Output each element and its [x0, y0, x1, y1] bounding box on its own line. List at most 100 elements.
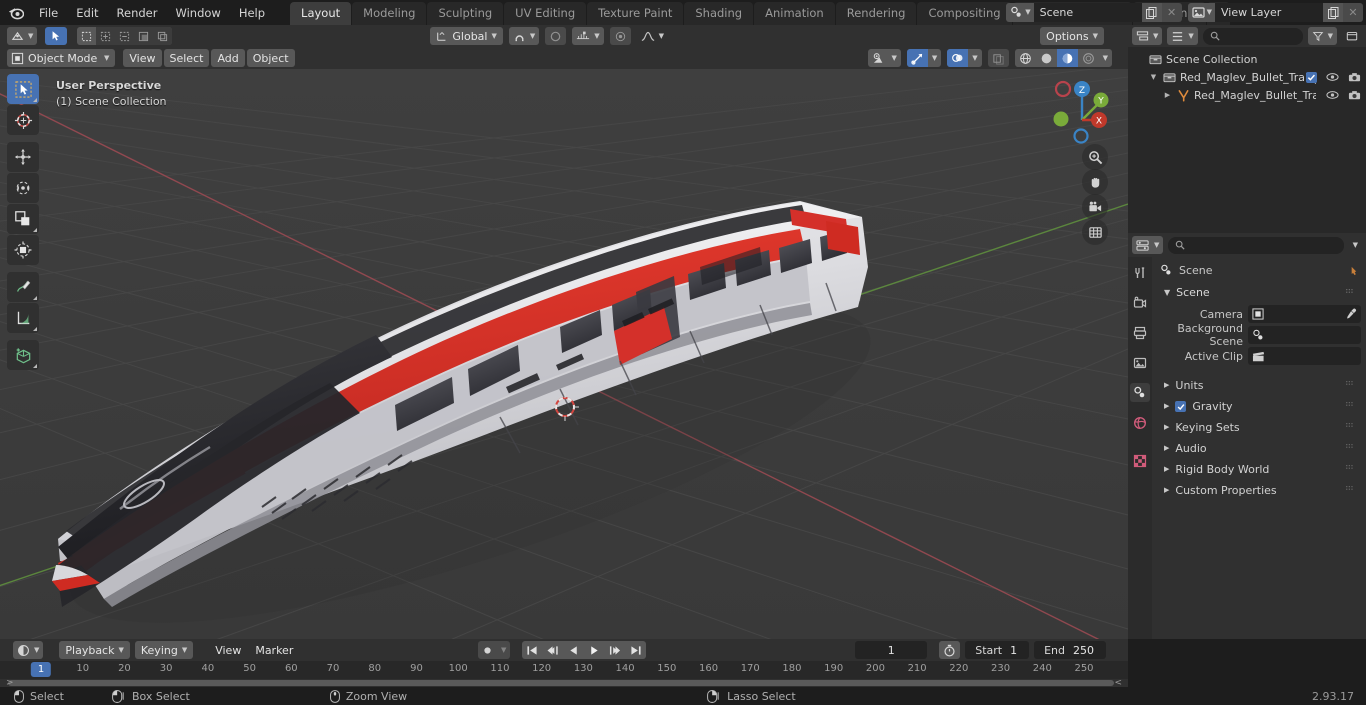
select-extend-icon[interactable] — [96, 27, 116, 45]
select-new-icon[interactable] — [77, 27, 96, 45]
new-scene-icon[interactable] — [1141, 3, 1162, 22]
view-layer-name-field[interactable]: View Layer — [1215, 3, 1323, 22]
timeline-menu-view[interactable]: View — [209, 641, 247, 659]
scene-name-field[interactable]: Scene — [1033, 3, 1142, 22]
expand-triangle-right-icon[interactable]: ▶ — [1164, 382, 1169, 389]
frame-end-field[interactable]: End 250 — [1034, 641, 1106, 659]
timeline-playhead[interactable]: 1 — [30, 662, 52, 677]
property-field-background-scene[interactable] — [1248, 326, 1361, 344]
timeline-editor-type-selector[interactable]: ▼ — [13, 641, 44, 659]
render-camera-icon[interactable] — [1348, 90, 1361, 101]
remove-view-layer-icon[interactable]: ✕ — [1343, 3, 1363, 22]
snap-magnet-button[interactable]: ▼ — [508, 27, 540, 45]
select-mode-group[interactable] — [77, 27, 173, 45]
jump-to-start-button[interactable] — [522, 641, 542, 659]
transform-tool[interactable] — [7, 235, 39, 265]
select-difference-icon[interactable] — [134, 27, 154, 45]
viewport-menu-add[interactable]: Add — [211, 49, 245, 67]
expand-triangle-right-icon[interactable]: ▶ — [1162, 91, 1173, 99]
gizmo-dropdown-caret[interactable]: ▼ — [928, 49, 941, 67]
outliner-row[interactable]: ▼ Red_Maglev_Bullet_Train_Eng — [1128, 68, 1366, 86]
view-layer-browse-icon[interactable]: ▼ — [1187, 3, 1215, 22]
jump-to-prev-keyframe-button[interactable] — [542, 641, 564, 659]
ortho-persp-icon[interactable] — [1082, 219, 1108, 245]
shading-solid-icon[interactable] — [1036, 49, 1057, 67]
navigation-gizmo[interactable]: Z Y X — [1036, 74, 1112, 150]
workspace-tab-uv-editing[interactable]: UV Editing — [504, 2, 587, 25]
scale-tool[interactable] — [7, 204, 39, 234]
workspace-tab-compositing[interactable]: Compositing — [917, 2, 1012, 25]
proportional-falloff-toggle[interactable] — [609, 27, 631, 45]
subpanel-units[interactable]: ▶ Units — [1156, 375, 1362, 396]
timeline-ruler[interactable]: 10 20 30 40 50 60 70 80 90 100 110 120 130 140 150 160 1… — [0, 661, 1128, 679]
expand-triangle-down-icon[interactable]: ▼ — [1148, 73, 1159, 81]
auto-keying-group[interactable]: ▼ — [478, 641, 511, 659]
menu-edit[interactable]: Edit — [67, 3, 107, 23]
subpanel-keying-sets[interactable]: ▶ Keying Sets — [1156, 417, 1362, 438]
scene-selector[interactable]: ▼ Scene ✕ — [1006, 3, 1182, 22]
workspace-tab-rendering[interactable]: Rendering — [835, 2, 917, 25]
workspace-tab-animation[interactable]: Animation — [754, 2, 835, 25]
tool-tab[interactable] — [1130, 263, 1150, 282]
object-mode-dropdown[interactable]: Object Mode ▼ — [7, 49, 116, 67]
falloff-curve-icon[interactable]: ▼ — [637, 27, 668, 45]
xray-toggle[interactable] — [987, 49, 1009, 67]
subpanel-custom-properties[interactable]: ▶ Custom Properties — [1156, 480, 1362, 501]
shading-wireframe-icon[interactable] — [1015, 49, 1036, 67]
viewport-menu-select[interactable]: Select — [163, 49, 210, 67]
jump-to-next-keyframe-button[interactable] — [604, 641, 626, 659]
viewport-menu-view[interactable]: View — [123, 49, 162, 67]
playback-dropdown[interactable]: Playback ▼ — [59, 641, 130, 659]
render-tab[interactable] — [1130, 293, 1150, 312]
outliner-display-mode[interactable]: ▼ — [1167, 27, 1198, 45]
3d-viewport[interactable]: User Perspective (1) Scene Collection Z … — [0, 69, 1128, 639]
overlays-dropdown-caret[interactable]: ▼ — [968, 49, 981, 67]
subpanel-audio[interactable]: ▶ Audio — [1156, 438, 1362, 459]
select-intersect-icon[interactable] — [153, 27, 173, 45]
viewport-shading-group[interactable]: ▼ — [1014, 49, 1112, 67]
subpanel-gravity[interactable]: ▶ Gravity — [1156, 396, 1362, 417]
shading-material-preview-icon[interactable] — [1056, 49, 1078, 67]
render-camera-icon[interactable] — [1348, 72, 1361, 83]
pin-icon[interactable] — [1348, 266, 1359, 277]
show-gizmo-icon[interactable] — [906, 49, 928, 67]
editor-type-selector[interactable]: ▼ — [7, 27, 38, 45]
jump-to-end-button[interactable] — [626, 641, 646, 659]
timeline-horizontal-scrollbar[interactable]: > < — [0, 678, 1128, 688]
gizmo-toggle-group[interactable]: ▼ — [906, 49, 942, 67]
measure-tool[interactable] — [7, 303, 39, 333]
proportional-size-button[interactable]: ▼ — [572, 27, 604, 45]
camera-icon[interactable] — [1082, 194, 1108, 220]
keying-dropdown[interactable]: Keying ▼ — [134, 641, 194, 659]
view-layer-tab[interactable] — [1130, 353, 1150, 372]
subpanel-checkbox[interactable] — [1175, 401, 1187, 412]
scene-tab[interactable] — [1130, 383, 1150, 402]
timeline-editor[interactable]: ▼ Playback ▼ Keying ▼ View Marker ▼ 1 St… — [0, 639, 1128, 688]
outliner-search-input[interactable] — [1202, 27, 1303, 45]
expand-triangle-right-icon[interactable]: ▶ — [1164, 487, 1169, 494]
menu-help[interactable]: Help — [230, 3, 274, 23]
visibility-eye-icon[interactable] — [1326, 90, 1339, 100]
properties-tab-column[interactable] — [1128, 257, 1152, 639]
delete-scene-icon[interactable]: ✕ — [1161, 3, 1182, 22]
scene-panel-header[interactable]: ▼ Scene — [1156, 283, 1362, 302]
outliner-checkbox[interactable] — [1306, 71, 1317, 83]
tweak-select-tool[interactable] — [7, 74, 39, 104]
options-dropdown[interactable]: Options ▼ — [1040, 27, 1104, 45]
rotate-tool[interactable] — [7, 173, 39, 203]
use-preview-range-icon[interactable] — [939, 641, 961, 659]
property-field-camera[interactable] — [1248, 305, 1361, 323]
object-visibility-dropdown[interactable]: ▼ — [868, 49, 901, 67]
viewport-toolbar[interactable] — [7, 74, 39, 370]
zoom-icon[interactable] — [1082, 144, 1108, 170]
expand-triangle-right-icon[interactable]: ▶ — [1164, 466, 1169, 473]
workspace-tab-texture-paint[interactable]: Texture Paint — [587, 2, 684, 25]
subpanel-rigid-body-world[interactable]: ▶ Rigid Body World — [1156, 459, 1362, 480]
new-view-layer-icon[interactable] — [1323, 3, 1343, 22]
add-cube-tool[interactable] — [7, 340, 39, 370]
proportional-editing-button[interactable] — [545, 27, 567, 45]
properties-options-caret[interactable]: ▼ — [1349, 236, 1362, 254]
menu-file[interactable]: File — [30, 3, 67, 23]
playback-controls[interactable] — [522, 641, 647, 659]
viewport-menu-object[interactable]: Object — [246, 49, 295, 67]
